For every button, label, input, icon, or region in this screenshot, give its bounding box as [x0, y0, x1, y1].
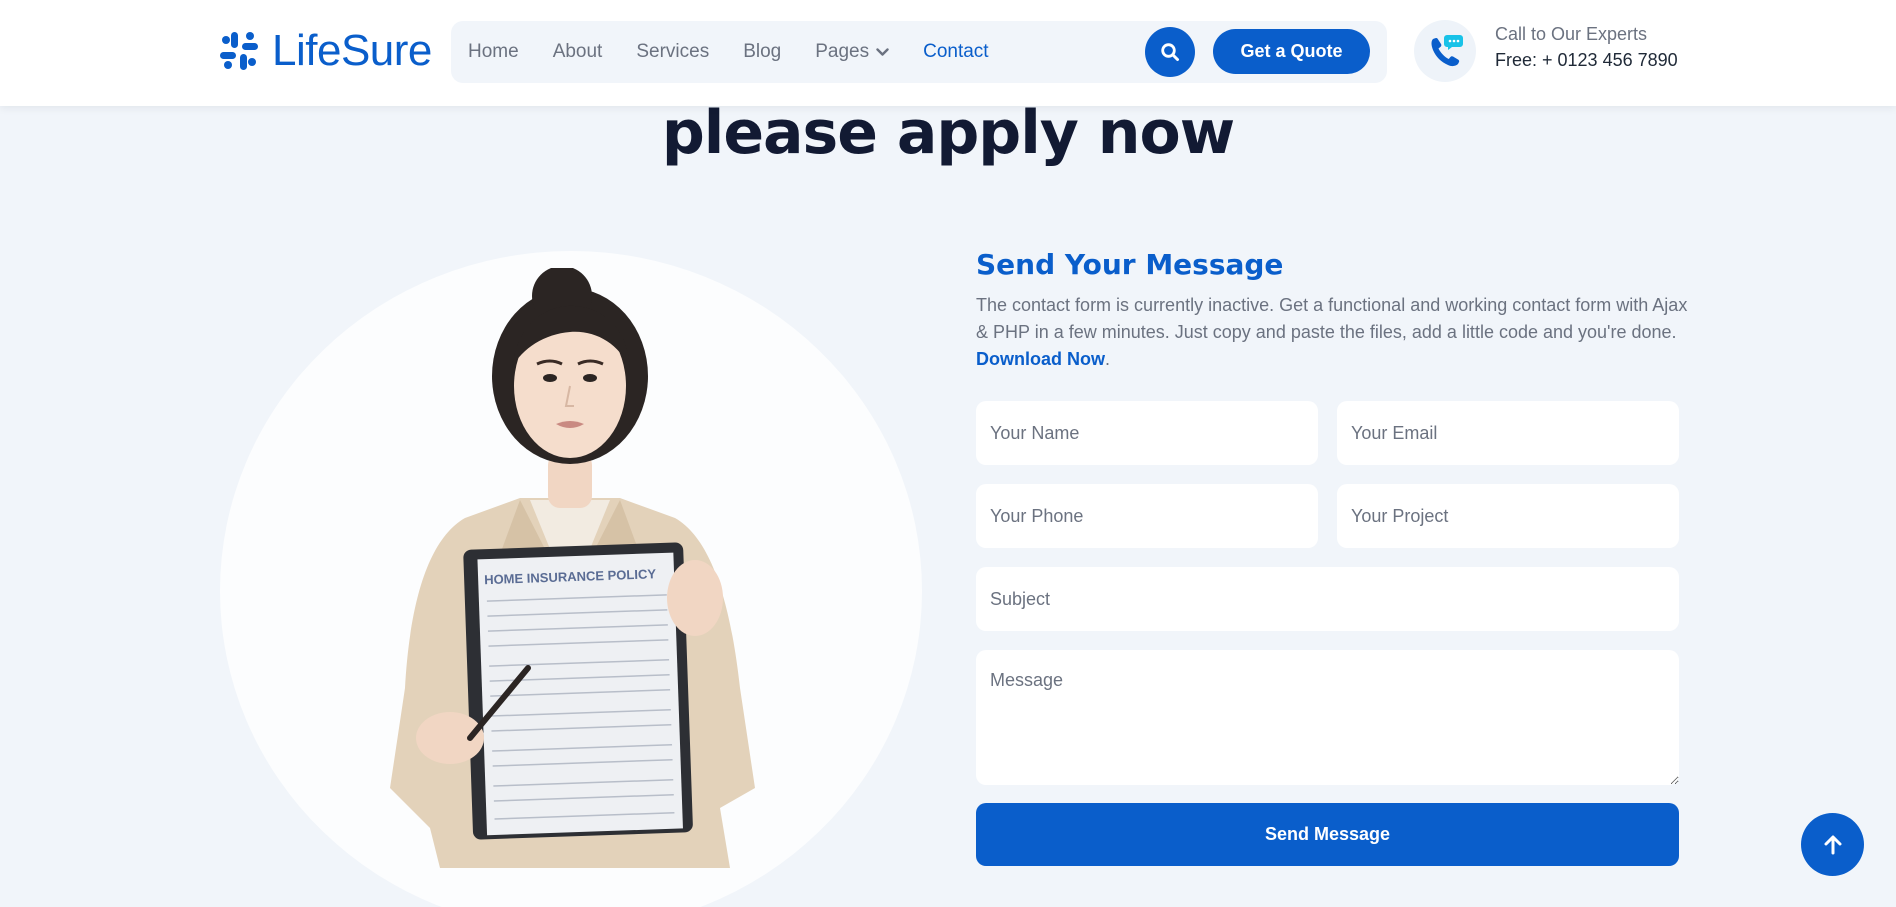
nav-item-blog[interactable]: Blog	[743, 41, 781, 63]
chevron-down-icon	[876, 47, 889, 56]
nav-item-contact[interactable]: Contact	[923, 41, 988, 63]
send-message-button[interactable]: Send Message	[976, 803, 1679, 866]
form-description-text: The contact form is currently inactive. …	[976, 295, 1688, 342]
get-quote-button[interactable]: Get a Quote	[1213, 29, 1370, 74]
project-input[interactable]	[1337, 484, 1679, 548]
nav-label: About	[552, 41, 603, 62]
form-description-end: .	[1105, 349, 1111, 369]
search-button[interactable]	[1145, 27, 1195, 77]
phone-input[interactable]	[976, 484, 1318, 548]
form-description: The contact form is currently inactive. …	[976, 292, 1688, 373]
arrow-up-icon	[1824, 835, 1841, 854]
message-textarea[interactable]	[976, 650, 1679, 785]
brand-name: LifeSure	[272, 26, 432, 75]
nav-item-services[interactable]: Services	[636, 41, 709, 63]
nav-item-pages[interactable]: Pages	[815, 41, 889, 63]
form-title: Send Your Message	[976, 248, 1284, 281]
nav-item-about[interactable]: About	[553, 41, 603, 63]
call-label: Call to Our Experts	[1495, 24, 1648, 44]
search-icon	[1161, 43, 1179, 61]
download-now-link[interactable]: Download Now	[976, 349, 1105, 369]
call-number[interactable]: Free: + 0123 456 7890	[1495, 50, 1678, 71]
email-input[interactable]	[1337, 401, 1679, 465]
nav-label: Contact	[923, 41, 989, 62]
subject-input[interactable]	[976, 567, 1679, 631]
logo-mark-icon	[220, 32, 258, 70]
woman-holding-policy-image: HOME INSURANCE POLICY	[390, 268, 755, 868]
nav-label: Blog	[743, 41, 782, 62]
nav-item-home[interactable]: Home	[468, 41, 519, 63]
page-heading: please apply now	[661, 98, 1235, 168]
back-to-top-button[interactable]	[1801, 813, 1864, 876]
nav-label: Home	[468, 41, 519, 62]
nav-label: Services	[636, 41, 710, 62]
call-icon-badge	[1414, 20, 1476, 82]
brand-logo[interactable]: LifeSure	[218, 26, 432, 75]
name-input[interactable]	[976, 401, 1318, 465]
nav-label: Pages	[815, 41, 870, 62]
nav-list: Home About Services Blog Pages Contact	[468, 21, 989, 83]
phone-chat-icon	[1431, 35, 1463, 67]
site-header: LifeSure Home About Services Blog Pages …	[0, 0, 1896, 106]
